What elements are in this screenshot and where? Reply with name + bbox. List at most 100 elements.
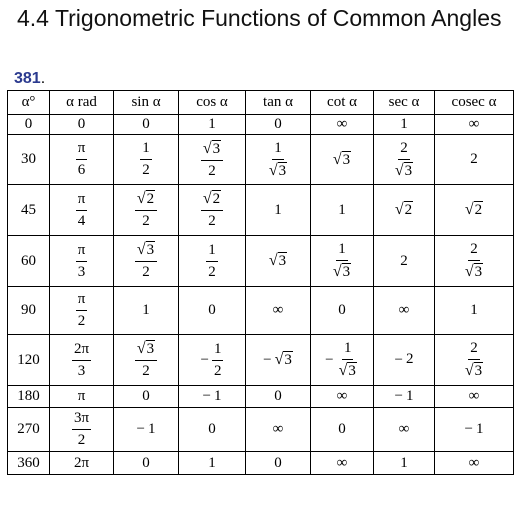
math-value: − √3	[263, 350, 293, 369]
denominator: 2	[140, 211, 152, 229]
formula-number-dot: .	[40, 70, 46, 87]
fraction: 1 √3	[267, 140, 289, 179]
minus-sign: −	[325, 351, 334, 368]
cell-cot: ∞	[310, 114, 374, 135]
math-value: π4	[75, 191, 88, 228]
math-term: 2	[208, 213, 216, 229]
math-value: 12	[140, 141, 152, 178]
math-value: ∞	[337, 455, 348, 471]
math-value: √3 2	[200, 139, 224, 178]
denominator: √3	[463, 261, 485, 280]
square-root: √3	[332, 150, 352, 169]
math-value: ∞	[337, 388, 348, 404]
math-value: −1	[137, 421, 156, 437]
fraction: √3 2	[134, 241, 158, 280]
fraction: π3	[75, 242, 88, 280]
math-value: √2 2	[134, 190, 158, 229]
cell-degrees: 120	[7, 334, 50, 386]
square-root: √3	[395, 161, 414, 179]
cell-degrees: 180	[7, 385, 50, 408]
cell-radians: π6	[49, 134, 114, 185]
math-term: 4	[77, 212, 86, 229]
cell-cot: 0	[310, 286, 374, 335]
math-term: ∞	[398, 421, 410, 437]
math-term: 0	[142, 388, 150, 404]
math-term: √3	[339, 362, 357, 379]
math-term: 0	[208, 421, 216, 437]
math-term: ∞	[468, 388, 480, 404]
fraction: 1 √3	[331, 242, 353, 280]
math-term: 45	[21, 201, 36, 218]
table-row: 60 π 3 √3 2 1 2 √3 1 √3 2 2 √3	[7, 235, 514, 287]
math-term: 1	[208, 454, 216, 471]
minus-sign: −	[464, 421, 473, 438]
minus-sign: −	[200, 351, 209, 368]
square-root: √2	[202, 190, 222, 207]
radical-sign: √	[464, 201, 474, 218]
math-value: 60	[21, 253, 36, 269]
math-term: 2	[77, 313, 86, 329]
cell-sec: −2	[373, 334, 435, 386]
cell-cos: √3 2	[178, 134, 246, 185]
cell-sec: 2 √3	[373, 134, 435, 185]
math-term: √3	[202, 139, 222, 157]
cell-cos: 1	[178, 114, 246, 135]
square-root: √3	[333, 263, 352, 280]
math-value: 0	[208, 302, 216, 318]
cell-radians: π2	[49, 286, 114, 335]
numerator: 2	[468, 341, 480, 360]
square-root: √3	[202, 139, 222, 157]
cell-sec: −1	[373, 385, 435, 408]
cell-cosec: ∞	[434, 114, 514, 135]
math-value: −1	[203, 388, 222, 404]
math-term: 2π	[73, 340, 90, 357]
cell-sec: √2	[373, 184, 435, 236]
formula-number-value: 381	[14, 70, 41, 87]
denominator: √3	[337, 360, 359, 379]
square-root: √3	[465, 362, 484, 379]
math-term: 2	[400, 252, 408, 269]
minus-sign: −	[136, 421, 145, 438]
cell-tan: ∞	[245, 286, 311, 335]
square-root: √3	[137, 340, 156, 357]
math-value: 1	[400, 455, 408, 471]
radicand: 3	[277, 252, 288, 269]
cell-cos: √2 2	[178, 184, 246, 236]
fraction: √2 2	[200, 190, 224, 229]
denominator: 2	[206, 161, 218, 179]
square-root: √2	[464, 201, 484, 219]
table-header-row: α° α rad sin α cos α tan α cot α sec α c…	[7, 90, 514, 115]
math-term: 2	[405, 351, 414, 368]
radical-sign: √	[202, 139, 212, 157]
radical-sign: √	[202, 190, 212, 207]
numerator: 1	[272, 140, 284, 160]
denominator: 2	[140, 262, 152, 280]
math-term: 0	[274, 116, 282, 132]
numerator: 2π	[71, 340, 92, 361]
square-root: √3	[275, 350, 293, 369]
denominator: 2	[76, 430, 88, 448]
math-value: 1	[470, 302, 478, 318]
math-term: 2	[208, 263, 216, 280]
radicand: 2	[145, 190, 156, 207]
denominator: 2	[140, 361, 152, 379]
numerator: 1	[341, 341, 354, 360]
math-term: √2	[395, 201, 414, 218]
header-cosec: cosec α	[434, 90, 514, 115]
square-root: √3	[269, 252, 288, 270]
table-row: 0 0 0 1 0 ∞ 1 ∞	[7, 114, 514, 135]
math-term: 0	[338, 302, 346, 318]
square-root: √3	[137, 241, 156, 258]
denominator: √3	[393, 160, 415, 179]
math-term: 270	[17, 421, 40, 437]
denominator: 3	[76, 262, 88, 280]
cell-cot: −1 √3	[310, 334, 374, 386]
math-value: 0	[338, 302, 346, 318]
math-term: √2	[464, 201, 484, 219]
radical-sign: √	[332, 150, 342, 168]
math-value: −1	[395, 388, 414, 404]
math-term: 2π	[73, 454, 90, 471]
numerator: 1	[140, 141, 152, 160]
radicand: 2	[473, 201, 484, 218]
trig-values-table: α° α rad sin α cos α tan α cot α sec α c…	[7, 90, 514, 475]
